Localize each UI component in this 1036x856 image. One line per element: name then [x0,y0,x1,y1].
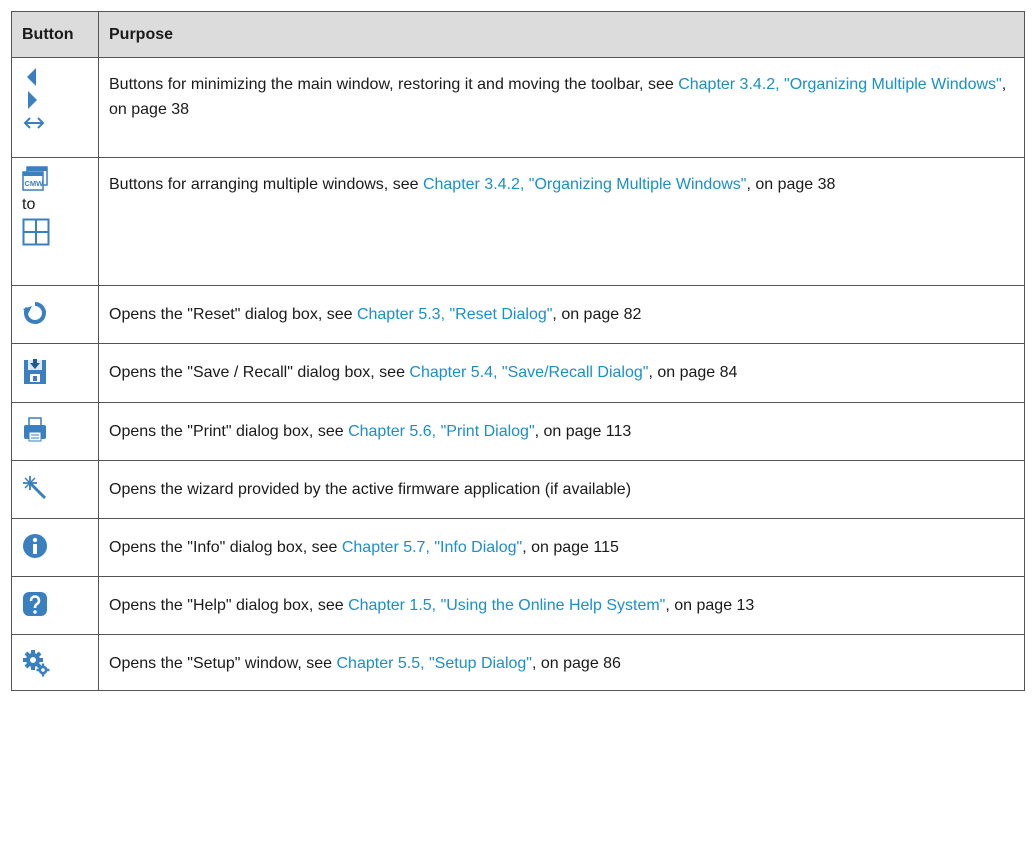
svg-text:CMW: CMW [25,179,45,188]
purpose-cell: Opens the "Info" dialog box, see Chapter… [98,518,1025,577]
chapter-link[interactable]: Chapter 3.4.2, "Organizing Multiple Wind… [423,176,747,193]
purpose-text: Buttons for minimizing the main window, … [109,76,679,93]
page-ref: , on page 82 [552,306,642,323]
chapter-link[interactable]: Chapter 3.4.2, "Organizing Multiple Wind… [678,76,1002,93]
page-ref: , on page 115 [522,539,619,556]
table-row: Buttons for minimizing the main window, … [11,57,1025,158]
table-row: Opens the "Reset" dialog box, see Chapte… [11,285,1025,344]
arrow-right-icon [28,91,37,109]
header-button: Button [11,11,99,58]
header-purpose: Purpose [98,11,1025,58]
purpose-cell: Opens the "Save / Recall" dialog box, se… [98,343,1025,403]
table-row: Opens the "Info" dialog box, see Chapter… [11,518,1025,577]
button-cell [11,634,99,691]
button-cell [11,402,99,461]
cmw-window-icon: CMW [22,166,48,191]
purpose-text: Buttons for arranging multiple windows, … [109,176,423,193]
chapter-link[interactable]: Chapter 5.3, "Reset Dialog" [357,306,552,323]
info-icon [23,534,47,558]
table-header-row: Button Purpose [11,11,1025,58]
chapter-link[interactable]: Chapter 5.4, "Save/Recall Dialog" [409,364,648,381]
table-row: CMW to Buttons for arranging multiple wi… [11,157,1025,286]
purpose-cell: Opens the "Reset" dialog box, see Chapte… [98,285,1025,344]
table-row: Opens the "Print" dialog box, see Chapte… [11,402,1025,461]
help-icon [23,592,47,616]
purpose-text: Opens the wizard provided by the active … [109,481,632,498]
toolbar-buttons-table: Button Purpose Buttons for minimizing th… [11,11,1025,691]
printer-icon [24,417,46,442]
grid-four-icon [22,218,50,246]
button-cell [11,285,99,344]
button-cell [11,518,99,577]
purpose-cell: Opens the "Setup" window, see Chapter 5.… [98,634,1025,691]
purpose-cell: Opens the "Help" dialog box, see Chapter… [98,576,1025,635]
button-cell [11,576,99,635]
purpose-text: Opens the "Save / Recall" dialog box, se… [109,364,410,381]
button-cell [11,460,99,519]
chapter-link[interactable]: Chapter 1.5, "Using the Online Help Syst… [348,597,665,614]
reset-icon [23,302,46,324]
purpose-text: Opens the "Setup" window, see [109,655,337,672]
page-ref: , on page 113 [534,423,632,440]
table-row: Opens the "Save / Recall" dialog box, se… [11,343,1025,403]
save-recall-icon [24,359,46,384]
table-row: Opens the "Help" dialog box, see Chapter… [11,576,1025,635]
wizard-icon [23,476,47,500]
setup-gears-icon [23,650,50,677]
purpose-cell: Buttons for minimizing the main window, … [98,57,1025,158]
to-label: to [22,196,36,213]
purpose-cell: Buttons for arranging multiple windows, … [98,157,1025,286]
page-ref: , on page 38 [746,176,836,193]
chapter-link[interactable]: Chapter 5.6, "Print Dialog" [348,423,535,440]
page-ref: , on page 86 [531,655,621,672]
arrow-left-icon [27,68,36,86]
purpose-text: Opens the "Info" dialog box, see [109,539,342,556]
chapter-link[interactable]: Chapter 5.5, "Setup Dialog" [337,655,532,672]
table-row: Opens the "Setup" window, see Chapter 5.… [11,634,1025,691]
chapter-link[interactable]: Chapter 5.7, "Info Dialog" [342,539,522,556]
button-cell [11,57,99,158]
button-cell [11,343,99,403]
purpose-text: Opens the "Reset" dialog box, see [109,306,357,323]
double-arrow-icon [23,117,45,129]
purpose-text: Opens the "Help" dialog box, see [109,597,349,614]
page-ref: , on page 13 [665,597,755,614]
purpose-cell: Opens the "Print" dialog box, see Chapte… [98,402,1025,461]
purpose-cell: Opens the wizard provided by the active … [98,460,1025,519]
button-cell: CMW to [11,157,99,286]
table-row: Opens the wizard provided by the active … [11,460,1025,519]
purpose-text: Opens the "Print" dialog box, see [109,423,349,440]
page-ref: , on page 84 [648,364,738,381]
